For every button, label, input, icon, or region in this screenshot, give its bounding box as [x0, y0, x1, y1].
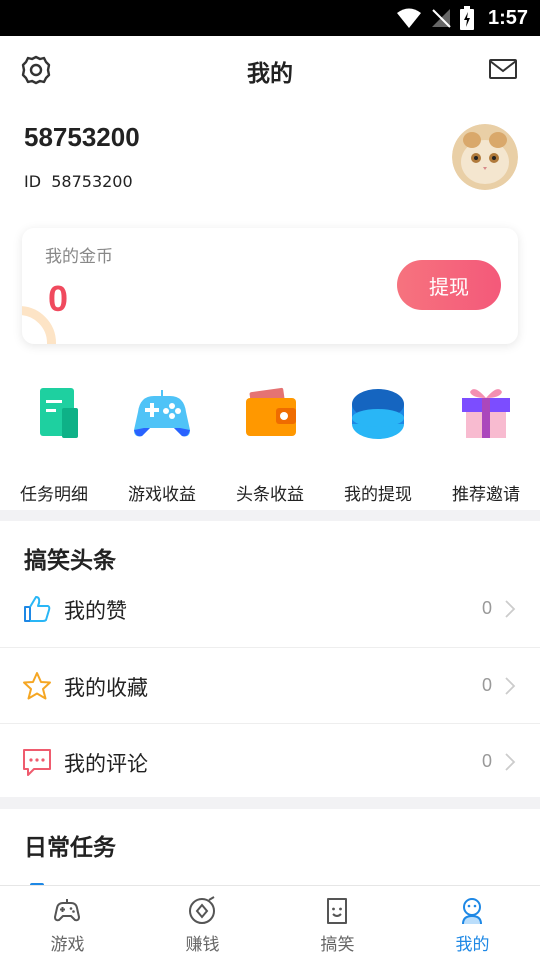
profile-section: 58753200 ID 58753200: [0, 104, 540, 224]
tab-label: 我的: [455, 935, 490, 955]
list-item-my-favorites[interactable]: 我的收藏 0: [0, 648, 540, 724]
shortcut-task-detail[interactable]: 任务明细: [0, 384, 108, 505]
wallet-icon: [246, 387, 296, 436]
chevron-right-icon: [505, 600, 516, 618]
star-icon: [23, 672, 51, 700]
tab-mine[interactable]: 我的: [405, 886, 540, 960]
tab-label: 游戏: [50, 935, 85, 955]
money-icon: [189, 896, 217, 924]
tab-label: 搞笑: [320, 935, 355, 955]
shortcut-label: 头条收益: [236, 485, 304, 505]
tab-games[interactable]: 游戏: [0, 886, 135, 960]
status-bar: 1:57: [0, 0, 540, 36]
funny-face-icon: [327, 898, 347, 924]
shortcut-label: 任务明细: [20, 485, 88, 505]
row-label: 我的收藏: [64, 676, 148, 700]
mail-icon[interactable]: [488, 56, 518, 82]
user-id-value: 58753200: [51, 172, 133, 191]
shortcut-headline-earnings[interactable]: 头条收益: [216, 384, 324, 505]
cat-avatar-image: [452, 124, 518, 190]
user-id-label: ID: [24, 172, 42, 191]
row-count: 0: [481, 598, 492, 618]
row-count: 0: [481, 751, 492, 771]
tab-earn-money[interactable]: 赚钱: [135, 886, 270, 960]
coin-value: 0: [48, 278, 69, 319]
tab-funny[interactable]: 搞笑: [270, 886, 405, 960]
thumbs-up-icon: [24, 596, 51, 622]
battery-charging-icon: [459, 6, 474, 30]
section-title: 日常任务: [24, 835, 116, 861]
avatar[interactable]: [452, 124, 518, 190]
section-title: 搞笑头条: [24, 548, 116, 574]
row-label: 我的赞: [64, 599, 127, 623]
shortcut-label: 游戏收益: [128, 485, 196, 505]
bottom-tab-bar: 游戏 赚钱 搞笑 我的: [0, 885, 540, 960]
gift-icon: [462, 389, 510, 438]
page-title: 我的: [247, 61, 293, 87]
no-signal-icon: [431, 9, 451, 28]
task-detail-icon: [40, 388, 78, 438]
shortcut-my-withdrawal[interactable]: 我的提现: [324, 384, 432, 505]
profile-icon: [462, 898, 482, 925]
comment-icon: [23, 749, 51, 776]
username: 58753200: [24, 122, 140, 152]
funny-headlines-section: 搞笑头条 我的赞 0 我的收藏 0 我的评论 0: [0, 521, 540, 797]
list-item-my-likes[interactable]: 我的赞 0: [0, 571, 540, 647]
withdraw-icon: [352, 389, 404, 439]
shortcut-game-earnings[interactable]: 游戏收益: [108, 384, 216, 505]
tab-label: 赚钱: [185, 935, 220, 955]
list-item-my-comments[interactable]: 我的评论 0: [0, 724, 540, 800]
user-id: ID 58753200: [24, 172, 133, 191]
chevron-right-icon: [505, 677, 516, 695]
gamepad-icon: [134, 390, 190, 437]
coin-card: 我的金币 0 提现: [22, 228, 518, 344]
chevron-right-icon: [505, 753, 516, 771]
coin-label: 我的金币: [45, 247, 113, 267]
shortcut-grid: 任务明细 游戏收益 头条收益 我的提现 推荐邀请: [0, 364, 540, 510]
gamepad-icon: [54, 899, 80, 922]
app-header: 我的: [0, 36, 540, 104]
coin-section: 我的金币 0 提现: [0, 224, 540, 364]
shortcut-label: 我的提现: [344, 485, 412, 505]
shortcut-label: 推荐邀请: [452, 485, 520, 505]
shortcut-referral-invite[interactable]: 推荐邀请: [432, 384, 540, 505]
status-time: 1:57: [487, 6, 528, 29]
row-count: 0: [481, 675, 492, 695]
row-label: 我的评论: [64, 752, 148, 776]
wifi-icon: [396, 8, 421, 28]
withdraw-button[interactable]: 提现: [397, 260, 501, 310]
daily-tasks-section: 日常任务: [0, 809, 540, 887]
